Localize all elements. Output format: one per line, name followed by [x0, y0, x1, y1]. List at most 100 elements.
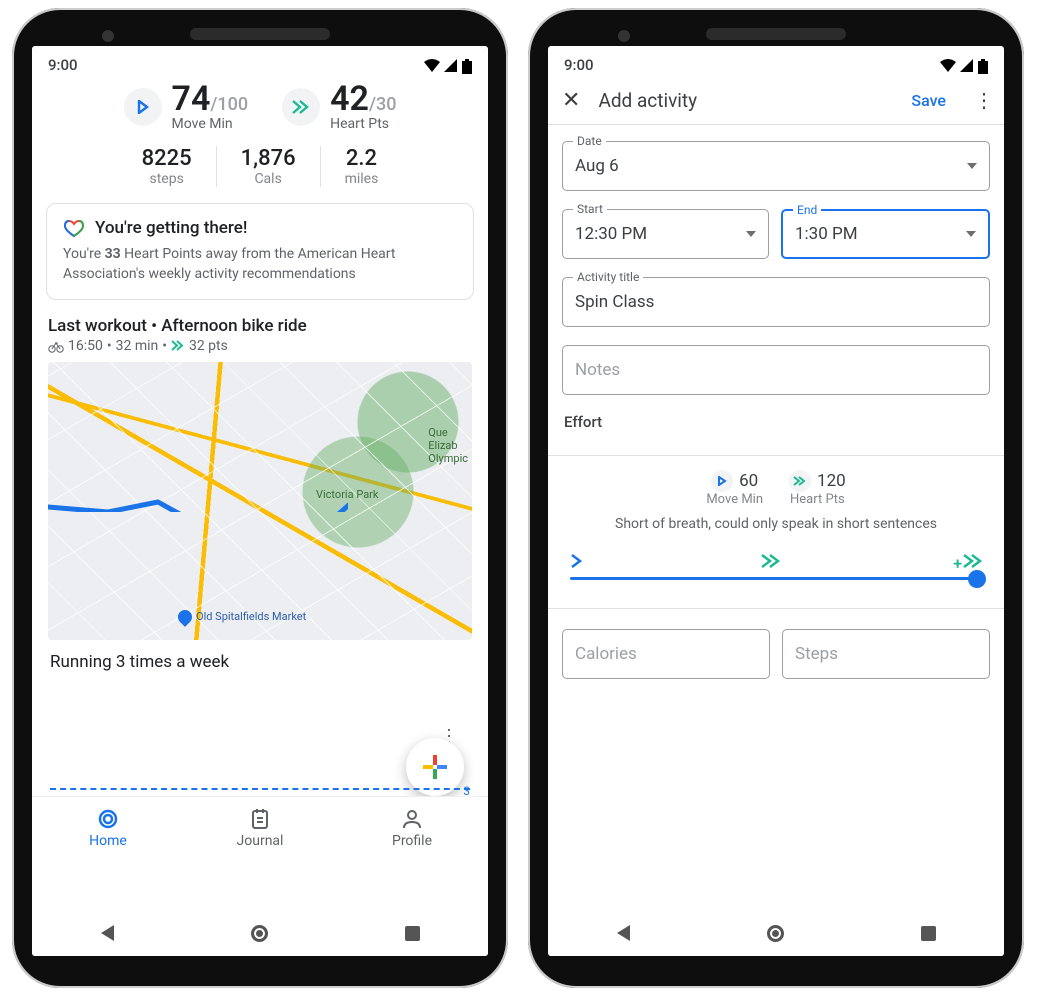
steps-placeholder: Steps [795, 644, 838, 664]
progress-card[interactable]: You're getting there! You're 33 Heart Po… [46, 203, 474, 300]
bottom-tabs: Home Journal Profile [32, 796, 488, 864]
slider-thumb[interactable] [968, 570, 986, 588]
overflow-menu-button[interactable]: ⋮ [974, 88, 994, 112]
date-value: Aug 6 [575, 156, 619, 176]
tab-journal-label: Journal [184, 833, 336, 849]
heart-pts-icon [282, 88, 320, 126]
card-body: You're 33 Heart Points away from the Ame… [63, 244, 457, 285]
save-button[interactable]: Save [911, 91, 946, 110]
journal-icon [248, 807, 272, 831]
appbar-title: Add activity [598, 89, 897, 112]
start-value: 12:30 PM [575, 224, 647, 244]
screen-right: 9:00 ✕ Add activity Save ⋮ Date Aug 6 [548, 46, 1004, 956]
heart-pts-goal[interactable]: 42/30 Heart Pts [282, 82, 396, 132]
fit-heart-icon [63, 218, 85, 238]
move-min-value: 74 [172, 79, 211, 119]
nav-recent-button[interactable] [405, 926, 420, 941]
status-time: 9:00 [48, 56, 78, 74]
divider [548, 455, 1004, 456]
running-goal-title[interactable]: Running 3 times a week [50, 652, 470, 672]
status-icons [423, 56, 472, 74]
last-workout-subline: 16:50 • 32 min • 32 pts [48, 338, 472, 354]
home-content: 74/100 Move Min 42/30 Heart Pts [32, 76, 488, 910]
workout-map[interactable]: Victoria Park Que Elizab Olympic Old Spi… [48, 362, 472, 640]
effort-goals: 60 Move Min 120 Heart Pts [548, 470, 1004, 507]
effort-heart-pts: 120 Heart Pts [789, 470, 846, 507]
metric-cals: 1,876Cals [217, 146, 321, 187]
cell-icon [444, 59, 458, 73]
battery-icon [978, 59, 988, 74]
phone-speaker [706, 28, 846, 40]
move-min-max: /100 [210, 94, 248, 115]
screen-left: 9:00 74/100 Move Min [32, 46, 488, 956]
status-icons [939, 56, 988, 74]
effort-move-min: 60 Move Min [706, 470, 763, 507]
notes-field[interactable]: Notes [562, 345, 990, 395]
dropdown-caret-icon [746, 231, 756, 237]
last-workout-title[interactable]: Last workout • Afternoon bike ride [48, 316, 472, 336]
phone-frame-right: 9:00 ✕ Add activity Save ⋮ Date Aug 6 [528, 8, 1024, 988]
move-min-icon [711, 470, 733, 492]
tab-profile[interactable]: Profile [336, 797, 488, 864]
add-activity-content: Date Aug 6 Start 12:30 PM End 1:30 PM [548, 125, 1004, 910]
route-line [48, 362, 348, 512]
calories-placeholder: Calories [575, 644, 637, 664]
calories-field[interactable]: Calories [562, 629, 770, 679]
tab-profile-label: Profile [336, 833, 488, 849]
nav-home-button[interactable] [767, 925, 784, 942]
metric-steps: 8225steps [118, 146, 217, 187]
tab-home[interactable]: Home [32, 797, 184, 864]
nav-back-button[interactable] [617, 925, 630, 941]
running-progress-line [50, 788, 470, 790]
nav-home-button[interactable] [251, 925, 268, 942]
home-icon [96, 807, 120, 831]
android-navbar [548, 910, 1004, 956]
map-poi-spitalfields: Old Spitalfields Market [178, 610, 306, 624]
effort-description: Short of breath, could only speak in sho… [578, 515, 974, 535]
tab-home-label: Home [32, 833, 184, 849]
status-time: 9:00 [564, 56, 594, 74]
map-label-victoria: Victoria Park [316, 488, 378, 501]
start-time-field[interactable]: Start 12:30 PM [562, 209, 769, 259]
end-label: End [793, 203, 821, 217]
heart-pts-label: Heart Pts [330, 116, 396, 132]
end-time-field[interactable]: End 1:30 PM [781, 209, 990, 259]
nav-back-button[interactable] [101, 925, 114, 941]
slider-level-icons: + [570, 553, 982, 573]
phone-camera [102, 30, 114, 42]
phone-frame-left: 9:00 74/100 Move Min [12, 8, 508, 988]
effort-section-label: Effort [564, 413, 988, 431]
android-navbar [32, 910, 488, 956]
wifi-icon [939, 59, 957, 73]
close-button[interactable]: ✕ [558, 88, 584, 113]
steps-field[interactable]: Steps [782, 629, 990, 679]
map-pin-icon [175, 607, 195, 627]
phone-camera [618, 30, 630, 42]
activity-title-field[interactable]: Activity title Spin Class [562, 277, 990, 327]
slider-track [570, 577, 982, 580]
nav-recent-button[interactable] [921, 926, 936, 941]
status-bar: 9:00 [548, 46, 1004, 76]
date-label: Date [573, 134, 606, 148]
map-label-olympic: Que Elizab Olympic [428, 426, 468, 465]
metrics-row[interactable]: 8225steps 1,876Cals 2.2miles [32, 146, 488, 199]
effort-slider[interactable]: + [570, 553, 982, 580]
tab-journal[interactable]: Journal [184, 797, 336, 864]
date-field[interactable]: Date Aug 6 [562, 141, 990, 191]
daily-goals[interactable]: 74/100 Move Min 42/30 Heart Pts [32, 76, 488, 203]
move-min-icon [124, 88, 162, 126]
activity-title-label: Activity title [573, 270, 643, 284]
heart-pts-max: /30 [369, 94, 396, 115]
profile-icon [400, 807, 424, 831]
heart-pts-value: 42 [330, 79, 369, 119]
metric-miles: 2.2miles [321, 146, 403, 187]
slider-level-2-icon [760, 553, 780, 573]
move-min-goal[interactable]: 74/100 Move Min [124, 82, 249, 132]
cell-icon [960, 59, 974, 73]
end-value: 1:30 PM [795, 224, 858, 244]
heart-pts-icon [789, 470, 811, 492]
appbar: ✕ Add activity Save ⋮ [548, 76, 1004, 124]
status-bar: 9:00 [32, 46, 488, 76]
battery-icon [462, 59, 472, 74]
start-label: Start [573, 202, 607, 216]
